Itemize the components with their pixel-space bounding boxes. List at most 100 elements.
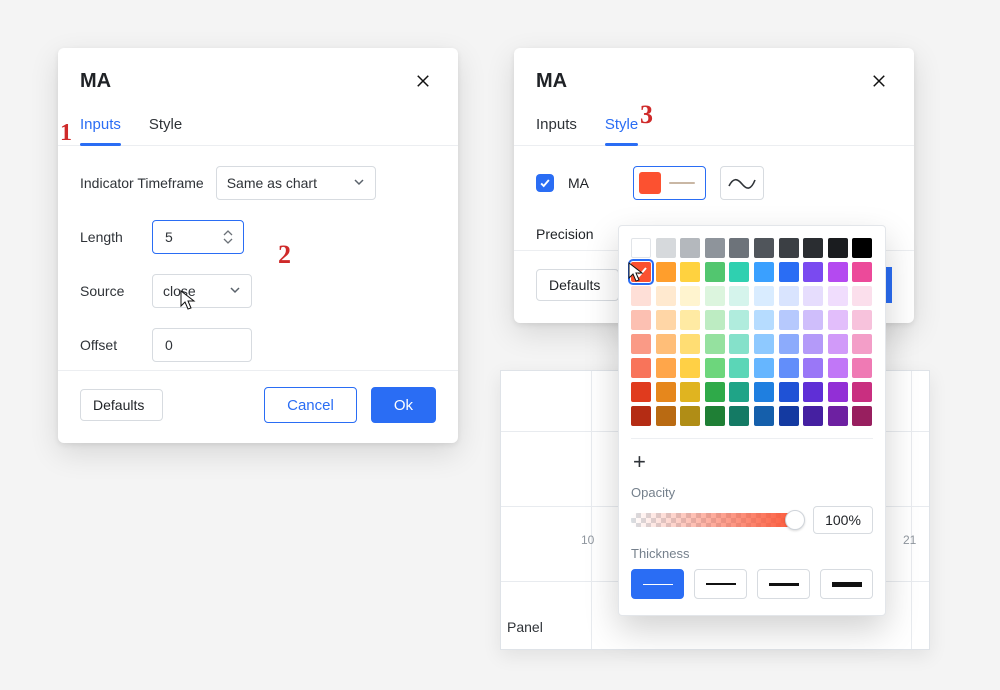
color-swatch[interactable] bbox=[656, 382, 676, 402]
color-swatch[interactable] bbox=[656, 334, 676, 354]
color-swatch[interactable] bbox=[631, 382, 651, 402]
color-swatch[interactable] bbox=[779, 238, 799, 258]
indicator-timeframe-select[interactable]: Same as chart bbox=[216, 166, 376, 200]
color-swatch[interactable] bbox=[803, 358, 823, 378]
ma-visibility-checkbox[interactable] bbox=[536, 174, 554, 192]
color-swatch[interactable] bbox=[779, 382, 799, 402]
color-swatch[interactable] bbox=[631, 406, 651, 426]
spinner-up-icon[interactable] bbox=[223, 230, 233, 236]
color-swatch[interactable] bbox=[803, 382, 823, 402]
color-swatch[interactable] bbox=[828, 358, 848, 378]
color-swatch[interactable] bbox=[680, 382, 700, 402]
color-swatch[interactable] bbox=[656, 262, 676, 282]
color-swatch[interactable] bbox=[705, 262, 725, 282]
color-swatch[interactable] bbox=[779, 262, 799, 282]
color-swatch[interactable] bbox=[754, 286, 774, 306]
line-style-select[interactable] bbox=[720, 166, 764, 200]
color-swatch[interactable] bbox=[680, 238, 700, 258]
color-swatch[interactable] bbox=[656, 286, 676, 306]
color-swatch[interactable] bbox=[656, 358, 676, 378]
color-swatch[interactable] bbox=[656, 238, 676, 258]
color-swatch[interactable] bbox=[705, 382, 725, 402]
color-swatch[interactable] bbox=[754, 334, 774, 354]
offset-field[interactable] bbox=[152, 328, 252, 362]
color-swatch[interactable] bbox=[729, 310, 749, 330]
thickness-option-4[interactable] bbox=[820, 569, 873, 599]
color-swatch[interactable] bbox=[729, 286, 749, 306]
defaults-dropdown[interactable]: Defaults bbox=[536, 269, 619, 301]
color-swatch[interactable] bbox=[729, 358, 749, 378]
color-swatch[interactable] bbox=[852, 238, 872, 258]
color-swatch[interactable] bbox=[656, 406, 676, 426]
color-swatch[interactable] bbox=[828, 310, 848, 330]
color-swatch[interactable] bbox=[705, 286, 725, 306]
tab-inputs[interactable]: Inputs bbox=[536, 108, 577, 145]
color-swatch[interactable] bbox=[705, 310, 725, 330]
color-swatch[interactable] bbox=[680, 406, 700, 426]
cancel-button[interactable]: Cancel bbox=[264, 387, 357, 423]
color-swatch[interactable] bbox=[729, 238, 749, 258]
color-swatch[interactable] bbox=[631, 286, 651, 306]
color-swatch[interactable] bbox=[803, 262, 823, 282]
color-swatch[interactable] bbox=[852, 358, 872, 378]
opacity-value[interactable]: 100% bbox=[813, 506, 873, 534]
color-swatch[interactable] bbox=[828, 238, 848, 258]
ok-button[interactable]: Ok bbox=[371, 387, 436, 423]
color-swatch[interactable] bbox=[852, 334, 872, 354]
color-swatch[interactable] bbox=[852, 382, 872, 402]
color-swatch[interactable] bbox=[656, 310, 676, 330]
color-swatch[interactable] bbox=[631, 238, 651, 258]
ma-color-picker[interactable] bbox=[633, 166, 706, 200]
color-swatch[interactable] bbox=[828, 382, 848, 402]
color-swatch[interactable] bbox=[828, 334, 848, 354]
color-swatch[interactable] bbox=[729, 334, 749, 354]
color-swatch[interactable] bbox=[729, 262, 749, 282]
slider-knob[interactable] bbox=[785, 510, 805, 530]
color-swatch[interactable] bbox=[680, 262, 700, 282]
color-swatch[interactable] bbox=[852, 406, 872, 426]
color-swatch[interactable] bbox=[779, 310, 799, 330]
color-swatch[interactable] bbox=[754, 406, 774, 426]
color-swatch[interactable] bbox=[729, 406, 749, 426]
color-swatch[interactable] bbox=[852, 286, 872, 306]
color-swatch[interactable] bbox=[803, 334, 823, 354]
defaults-dropdown[interactable]: Defaults bbox=[80, 389, 163, 421]
tab-style[interactable]: Style bbox=[605, 108, 638, 145]
thickness-option-2[interactable] bbox=[694, 569, 747, 599]
length-input[interactable] bbox=[163, 228, 213, 246]
source-select[interactable]: close bbox=[152, 274, 252, 308]
thickness-option-3[interactable] bbox=[757, 569, 810, 599]
tab-inputs[interactable]: Inputs bbox=[80, 108, 121, 145]
color-swatch[interactable] bbox=[680, 310, 700, 330]
color-swatch[interactable] bbox=[680, 358, 700, 378]
color-swatch[interactable] bbox=[705, 406, 725, 426]
add-custom-color-button[interactable]: + bbox=[631, 451, 873, 473]
color-swatch[interactable] bbox=[754, 358, 774, 378]
color-swatch[interactable] bbox=[828, 406, 848, 426]
length-stepper[interactable] bbox=[152, 220, 244, 254]
color-swatch[interactable] bbox=[631, 310, 651, 330]
thickness-option-1[interactable] bbox=[631, 569, 684, 599]
color-swatch[interactable] bbox=[779, 406, 799, 426]
color-swatch[interactable] bbox=[852, 262, 872, 282]
close-icon[interactable] bbox=[410, 68, 436, 94]
color-swatch[interactable] bbox=[803, 286, 823, 306]
color-swatch[interactable] bbox=[828, 262, 848, 282]
color-swatch[interactable] bbox=[705, 358, 725, 378]
color-swatch[interactable] bbox=[705, 334, 725, 354]
color-swatch[interactable] bbox=[779, 334, 799, 354]
color-swatch[interactable] bbox=[705, 238, 725, 258]
color-swatch[interactable] bbox=[803, 310, 823, 330]
opacity-slider[interactable] bbox=[631, 513, 803, 527]
color-swatch[interactable] bbox=[779, 286, 799, 306]
color-swatch[interactable] bbox=[631, 358, 651, 378]
color-swatch[interactable] bbox=[754, 262, 774, 282]
color-swatch[interactable] bbox=[680, 334, 700, 354]
close-icon[interactable] bbox=[866, 68, 892, 94]
offset-input[interactable] bbox=[163, 336, 241, 354]
color-swatch[interactable] bbox=[828, 286, 848, 306]
color-swatch[interactable] bbox=[631, 334, 651, 354]
color-swatch[interactable] bbox=[680, 286, 700, 306]
color-swatch[interactable] bbox=[754, 238, 774, 258]
color-swatch[interactable] bbox=[803, 406, 823, 426]
